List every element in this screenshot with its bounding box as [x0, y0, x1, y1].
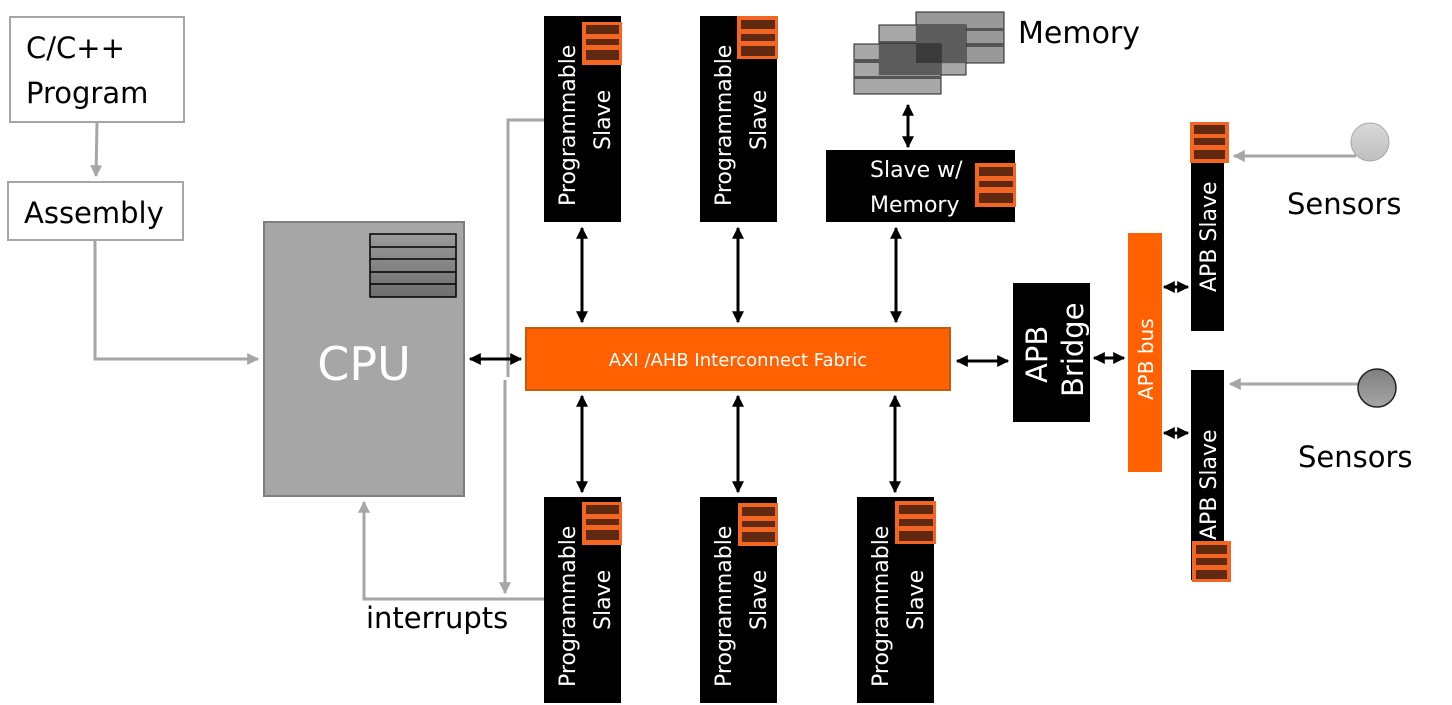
cpu-block: CPU [263, 221, 465, 497]
register-icon [895, 501, 936, 544]
programmable-slave-top-2: Programmable Slave [700, 16, 778, 222]
programmable-slave-bottom-1: Programmable Slave [544, 497, 622, 703]
apb-bridge-label-line1: APB [1020, 326, 1054, 383]
slave-label-line1: Programmable [556, 526, 581, 687]
register-icon [1192, 541, 1231, 582]
register-icon [738, 503, 778, 546]
program-box: C/C++ Program [9, 16, 185, 123]
interrupts-label: interrupts [366, 601, 508, 635]
register-icon [1190, 122, 1229, 163]
register-icon [582, 22, 622, 65]
interrupt-to-cpu-arrow [358, 500, 544, 601]
cpu-register-file-icon [369, 233, 457, 298]
slave-label-line2: Slave [904, 570, 929, 630]
register-icon [737, 16, 778, 59]
slave-label-line2: Slave [591, 570, 616, 630]
register-icon [582, 502, 622, 545]
assembly-box: Assembly [7, 181, 184, 241]
slave-memory-label-line1: Slave w/ [870, 158, 963, 183]
slave-with-memory: Slave w/ Memory [826, 150, 1016, 222]
cpu-label: CPU [317, 337, 411, 391]
memory-label: Memory [1018, 16, 1140, 51]
assembly-label: Assembly [24, 196, 164, 230]
fabric-label: AXI /AHB Interconnect Fabric [609, 350, 867, 371]
program-to-assembly-arrow [90, 122, 103, 178]
programmable-slave-top-1: Programmable Slave [544, 16, 622, 222]
slave-memory-label-line2: Memory [870, 193, 959, 218]
sensors-top-label: Sensors [1287, 187, 1402, 221]
assembly-to-cpu-arrow [93, 241, 260, 365]
apb-bridge-label-line2: Bridge [1056, 302, 1090, 397]
soc-block-diagram: C/C++ Program Assembly CPU interrupts AX… [7, 11, 1413, 703]
apb-slave-bottom: APB Slave [1191, 370, 1231, 582]
programmable-slave-bottom-3: Programmable Slave [857, 497, 936, 703]
slave-label-line2: Slave [591, 90, 616, 150]
register-icon [975, 163, 1016, 207]
apb-bridge: APB Bridge [1013, 283, 1090, 422]
slave-label-line1: Programmable [556, 45, 581, 206]
memory-stack-icon [853, 11, 1005, 95]
slave-label-line2: Slave [747, 570, 772, 630]
slave-label-line1: Programmable [712, 526, 737, 687]
slave-label-line1: Programmable [712, 45, 737, 206]
sensors-bottom-label: Sensors [1298, 440, 1413, 474]
slave-label-line2: Slave [747, 90, 772, 150]
sensor-bottom-icon [1357, 368, 1397, 408]
programmable-slave-bottom-2: Programmable Slave [700, 497, 778, 703]
sensor-top-icon [1350, 122, 1390, 162]
apb-slave-top-label: APB Slave [1197, 181, 1222, 292]
interconnect-fabric: AXI /AHB Interconnect Fabric [525, 327, 951, 391]
apb-slave-bottom-label: APB Slave [1197, 429, 1222, 540]
apb-slave-top: APB Slave [1190, 122, 1229, 331]
apb-bus: APB bus [1128, 233, 1162, 472]
program-label-line2: Program [26, 76, 148, 110]
slave-label-line1: Programmable [869, 526, 894, 687]
program-label-line1: C/C++ [26, 31, 125, 65]
apb-bus-label: APB bus [1134, 318, 1158, 400]
